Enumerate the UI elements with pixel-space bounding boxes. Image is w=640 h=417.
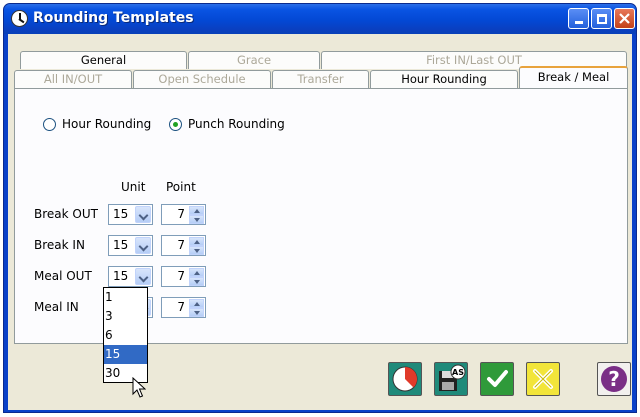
- clock-icon: [392, 366, 418, 392]
- title-bar[interactable]: Rounding Templates: [4, 4, 636, 34]
- break-out-unit-select[interactable]: 15: [108, 204, 153, 225]
- help-icon: ?: [601, 366, 627, 392]
- tab-label: Break / Meal: [537, 70, 610, 84]
- maximize-icon: [596, 13, 607, 24]
- meal-out-unit-select[interactable]: 15: [108, 266, 153, 287]
- cancel-x-icon: [533, 369, 553, 389]
- dropdown-option[interactable]: 1: [104, 288, 147, 307]
- tab-open-schedule: Open Schedule: [133, 70, 271, 88]
- radio-label: Punch Rounding: [188, 117, 285, 131]
- row-label-break-out: Break OUT: [34, 207, 98, 221]
- row-label-meal-in: Meal IN: [34, 300, 79, 314]
- spin-up-icon[interactable]: [189, 268, 204, 277]
- chevron-down-icon[interactable]: [135, 206, 151, 223]
- tab-general[interactable]: General: [20, 51, 187, 69]
- minimize-button[interactable]: [568, 8, 589, 29]
- spinner-value: 7: [177, 207, 185, 221]
- tab-hour-rounding[interactable]: Hour Rounding: [370, 70, 518, 88]
- tab-label: General: [80, 53, 127, 67]
- chevron-down-icon[interactable]: [135, 237, 151, 254]
- window-title: Rounding Templates: [33, 10, 194, 26]
- row-label-meal-out: Meal OUT: [34, 269, 92, 283]
- spin-down-icon[interactable]: [189, 308, 204, 317]
- dropdown-option[interactable]: 6: [104, 326, 147, 345]
- hour-rounding-radio[interactable]: Hour Rounding: [43, 117, 151, 131]
- tab-transfer: Transfer: [272, 70, 369, 88]
- tab-all-in-out: All IN/OUT: [14, 70, 132, 88]
- unit-dropdown-list[interactable]: 1 3 6 15 30: [103, 287, 148, 383]
- help-button[interactable]: ?: [597, 362, 631, 396]
- spin-down-icon[interactable]: [189, 246, 204, 255]
- minimize-icon: [574, 21, 583, 24]
- meal-in-point-spinner[interactable]: 7: [161, 297, 206, 318]
- tab-label: Grace: [236, 53, 272, 67]
- row-label-break-in: Break IN: [34, 238, 85, 252]
- tab-label: All IN/OUT: [43, 72, 103, 86]
- break-out-point-spinner[interactable]: 7: [161, 204, 206, 225]
- save-as-badge: AS: [452, 368, 464, 377]
- save-as-button[interactable]: AS: [434, 362, 468, 396]
- tab-label: Hour Rounding: [401, 72, 487, 86]
- cancel-button[interactable]: [526, 362, 560, 396]
- tab-grace: Grace: [188, 51, 320, 69]
- radio-circle: [43, 117, 56, 131]
- spin-up-icon[interactable]: [189, 206, 204, 215]
- select-value: 15: [113, 269, 129, 283]
- clock-button[interactable]: [388, 362, 422, 396]
- break-in-unit-select[interactable]: 15: [108, 235, 153, 256]
- spin-down-icon[interactable]: [189, 277, 204, 286]
- close-button[interactable]: [614, 8, 635, 29]
- spinner-value: 7: [177, 269, 185, 283]
- unit-column-header: Unit: [121, 180, 146, 194]
- chevron-down-icon[interactable]: [135, 268, 151, 285]
- ok-checkmark-icon: [487, 370, 508, 387]
- close-icon: [619, 13, 630, 24]
- save-as-icon: AS: [439, 364, 466, 391]
- rounding-templates-window: Rounding Templates General Grace First I…: [3, 3, 637, 413]
- radio-label: Hour Rounding: [62, 117, 152, 131]
- spin-down-icon[interactable]: [189, 215, 204, 224]
- dropdown-option[interactable]: 3: [104, 307, 147, 326]
- clock-app-icon: [11, 10, 28, 27]
- point-column-header: Point: [166, 180, 196, 194]
- meal-out-point-spinner[interactable]: 7: [161, 266, 206, 287]
- break-in-point-spinner[interactable]: 7: [161, 235, 206, 256]
- select-value: 15: [113, 207, 129, 221]
- spinner-value: 7: [177, 238, 185, 252]
- spin-up-icon[interactable]: [189, 299, 204, 308]
- select-value: 15: [113, 238, 129, 252]
- mouse-pointer-icon: [132, 377, 146, 398]
- ok-button[interactable]: [480, 362, 514, 396]
- tab-label: Transfer: [297, 72, 344, 86]
- dropdown-option-highlighted[interactable]: 15: [104, 345, 147, 364]
- maximize-button[interactable]: [591, 8, 612, 29]
- tab-break-meal[interactable]: Break / Meal: [519, 66, 628, 88]
- punch-rounding-radio[interactable]: Punch Rounding: [169, 117, 285, 131]
- help-glyph: ?: [608, 367, 620, 391]
- tab-label: First IN/Last OUT: [426, 53, 522, 67]
- spinner-value: 7: [177, 300, 185, 314]
- spin-up-icon[interactable]: [189, 237, 204, 246]
- dialog-client-area: General Grace First IN/Last OUT All IN/O…: [8, 34, 632, 410]
- radio-circle-selected: [169, 117, 182, 131]
- tab-label: Open Schedule: [158, 72, 246, 86]
